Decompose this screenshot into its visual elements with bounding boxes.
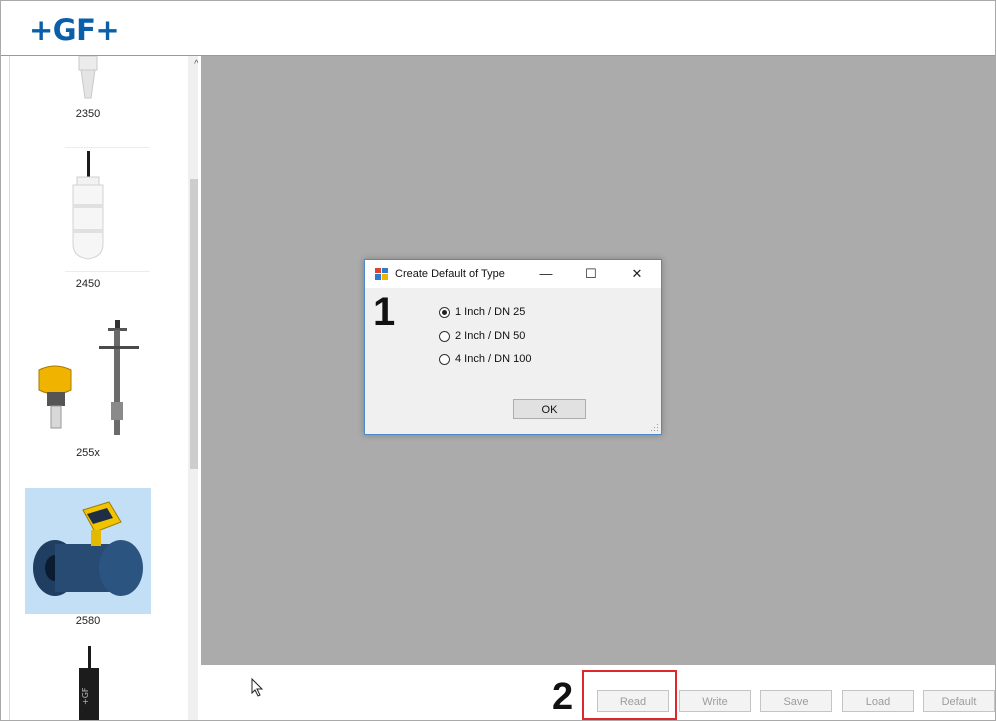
- radio-button[interactable]: [439, 331, 450, 342]
- device-label-255x: 255x: [76, 447, 100, 459]
- radio-button[interactable]: [439, 307, 450, 318]
- radio-label: 4 Inch / DN 100: [455, 353, 532, 365]
- gf-logo: +GF+: [29, 13, 120, 47]
- sensor-255x-icon: [38, 320, 139, 435]
- resize-grip-icon[interactable]: [651, 424, 659, 432]
- minimize-icon[interactable]: —: [531, 264, 561, 284]
- device-label-2580: 2580: [75, 615, 101, 627]
- sensor-2350-icon: [78, 56, 98, 99]
- write-button[interactable]: Write: [679, 690, 751, 712]
- scroll-thumb[interactable]: [190, 179, 198, 469]
- divider: [65, 147, 150, 148]
- radio-selected-dot: [442, 310, 447, 315]
- sensor-probe-icon: +GF: [79, 646, 99, 720]
- flowmeter-2580-icon: [33, 501, 143, 596]
- device-2450-image[interactable]: [25, 149, 151, 264]
- step-marker-1: 1: [373, 290, 396, 334]
- app-window-icon: [375, 268, 388, 280]
- radio-label: 2 Inch / DN 50: [455, 330, 526, 342]
- device-type-list[interactable]: 2350 2450 255x 2580 +GF: [9, 56, 198, 720]
- step-marker-2: 2: [552, 676, 574, 718]
- device-label-2350: 2350: [75, 108, 101, 120]
- sensor-2450-icon: [72, 151, 104, 260]
- divider: [65, 271, 150, 272]
- save-button[interactable]: Save: [760, 690, 832, 712]
- header: +GF+: [1, 1, 995, 56]
- scroll-up-arrow-icon[interactable]: ^: [188, 56, 198, 73]
- maximize-icon[interactable]: ☐: [576, 264, 606, 284]
- default-button[interactable]: Default: [923, 690, 995, 712]
- close-icon[interactable]: ✕: [622, 264, 652, 284]
- device-2350-image[interactable]: [25, 56, 151, 101]
- ok-button[interactable]: OK: [513, 399, 586, 419]
- device-2580-selected[interactable]: [25, 488, 151, 614]
- app-window: +GF+ 2350 2450 255x 2580 +GF Create Defa…: [0, 0, 996, 721]
- read-button-highlight: [582, 670, 677, 720]
- dialog-titlebar: Create Default of Type — ☐ ✕: [365, 260, 661, 288]
- device-label-2450: 2450: [75, 278, 101, 290]
- svg-text:+GF: +GF: [81, 687, 90, 705]
- sidebar-scrollbar[interactable]: ^: [188, 56, 198, 720]
- device-255x-image[interactable]: [25, 318, 151, 443]
- radio-button[interactable]: [439, 354, 450, 365]
- device-next-image[interactable]: +GF: [25, 646, 151, 720]
- radio-label: 1 Inch / DN 25: [455, 306, 526, 318]
- create-default-dialog: Create Default of Type — ☐ ✕ 1 1 Inch / …: [364, 259, 662, 435]
- mouse-cursor-icon: [251, 678, 264, 697]
- load-button[interactable]: Load: [842, 690, 914, 712]
- dialog-title: Create Default of Type: [395, 268, 505, 280]
